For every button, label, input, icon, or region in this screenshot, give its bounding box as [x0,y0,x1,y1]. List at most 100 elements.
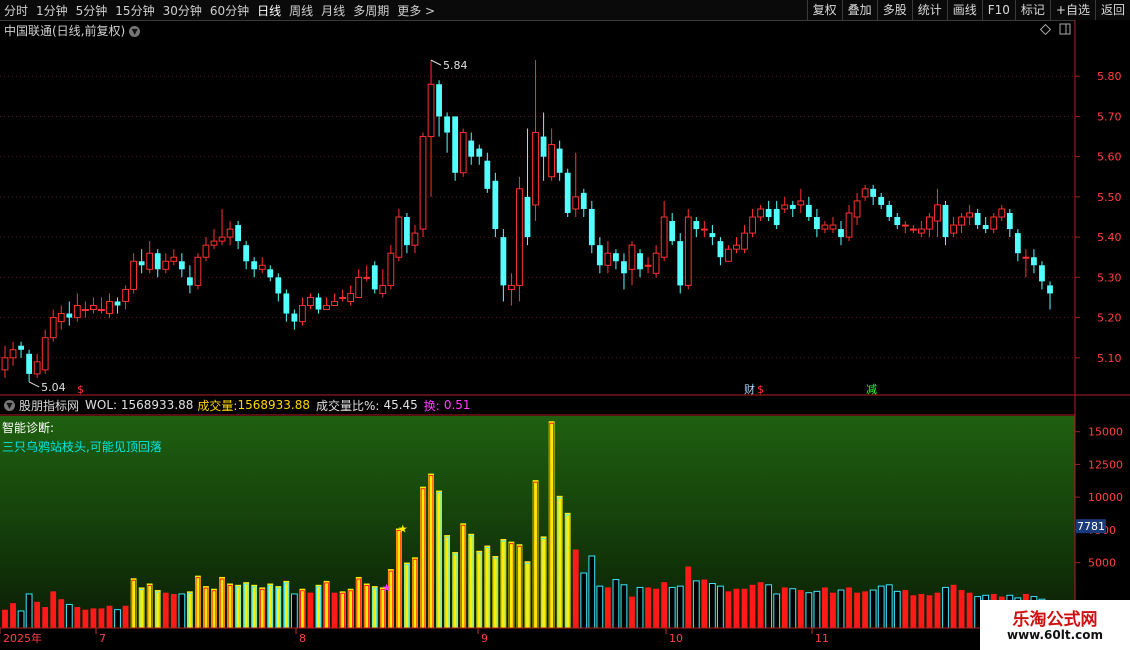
volume-bar [476,550,483,628]
volume-bar [299,588,306,628]
candle-body [958,216,965,226]
volume-bar-outline [300,590,305,629]
period-tab[interactable]: 日线 [257,2,281,19]
candle-body [404,217,410,246]
candle-body [934,204,941,222]
volume-bar [685,566,692,628]
candle-body [644,264,652,267]
period-tab[interactable]: 月线 [321,2,345,19]
period-tab[interactable]: 60分钟 [210,2,249,19]
period-tab[interactable]: 周线 [289,2,313,19]
volume-tick-label: 7500 [1088,524,1116,537]
volume-bar [958,590,965,628]
candle-body [717,241,724,258]
chevron-down-icon[interactable]: ▼ [4,399,15,411]
candle-body [652,252,660,274]
star-marker: ★ [398,523,408,536]
candle-body [669,221,676,242]
watermark-name: 乐淘公式网 [1012,610,1098,630]
cjl-label: 成交量: [197,398,238,413]
period-tab[interactable]: 更多 > [397,2,435,19]
candle-body [243,245,250,262]
volume-bar-outline [468,535,474,629]
volume-bar [371,586,378,628]
candle-body [186,277,193,286]
volume-bar [50,591,57,628]
toolbar-button[interactable]: 复权 [806,0,842,20]
period-tab[interactable]: 多周期 [353,2,389,19]
volume-bar-outline [420,488,426,629]
period-tab[interactable]: 30分钟 [163,2,202,19]
volume-bar-outline [557,497,563,629]
volume-bar [830,592,836,628]
high-marker [430,59,442,66]
volume-bar [428,473,434,628]
candle-body [894,217,901,226]
candle-body [677,241,684,286]
candle-body [508,284,515,290]
candle-body [813,217,820,230]
toolbar-button[interactable]: 统计 [911,0,947,20]
candle-body [363,276,371,279]
toolbar-button[interactable]: 多股 [876,0,912,20]
period-tab[interactable]: 分时 [4,2,28,19]
volume-bar [661,582,668,628]
cjl-value: 1568933.88 [237,398,310,412]
candle-body [347,292,355,302]
volume-bar-outline [412,558,418,629]
toolbar-button[interactable]: +自选 [1049,0,1095,20]
candle-body [267,269,274,278]
date-label: 10 [669,632,683,645]
candle-body [9,349,17,359]
toolbar-button[interactable]: 画线 [946,0,982,20]
volume-bar [725,591,732,628]
candle-body [733,244,740,250]
dollar-marker: $ [757,383,764,396]
toolbar-button[interactable]: F10 [981,0,1015,20]
volume-bar [701,579,708,628]
volume-bar [741,588,748,628]
volume-bar [612,579,620,629]
volume-bar [822,587,828,628]
period-tab[interactable]: 5分钟 [76,2,108,19]
candle-body [781,204,789,210]
candle-body [1022,256,1030,259]
low-label: 5.04 [41,381,66,394]
candle-body [853,200,861,218]
candle-body [114,301,121,306]
toolbar-button[interactable]: 返回 [1094,0,1130,20]
volume-bar [355,576,362,628]
chevron-down-icon[interactable]: ▼ [129,26,141,37]
toolbar-button[interactable]: 标记 [1014,0,1050,20]
volume-bar [532,480,539,628]
period-toolbar: 分时 1分钟 5分钟 15分钟 30分钟 60分钟 日线 周线 月线 多周期 更多 > 复权 叠加 多股… [0,0,1130,21]
indicator-name[interactable]: 股朋指标网 [19,397,79,414]
volume-bar [82,609,89,628]
candle-body [235,225,242,242]
candle-body [861,188,869,198]
candle-body [604,252,612,266]
period-tab[interactable]: 1分钟 [36,2,68,19]
volume-bar [846,587,852,628]
volume-bar-outline [492,557,498,629]
volume-bar [692,580,700,629]
volume-bar [25,593,33,629]
candle-body [540,136,547,157]
volume-bar-outline [444,536,450,629]
candlestick-chart[interactable]: 5.845.04 $ 财 $ 减 5.805.705.605.505.405.305.2… [0,0,1130,650]
candle-body [307,296,314,307]
period-tab[interactable]: 15分钟 [115,2,154,19]
price-tick-label: 5.50 [1097,191,1122,204]
volume-bar-outline [541,537,546,629]
volume-bar [219,576,225,628]
volume-bar-outline [219,578,225,629]
candle-body [459,132,467,174]
candle-body [621,261,627,274]
volume-bar [877,585,885,629]
volume-bar [620,584,628,629]
volume-bar [412,557,418,628]
toolbar-button[interactable]: 叠加 [841,0,877,20]
volume-bar [106,605,113,628]
candle-body [299,305,306,323]
diagnosis-label: 智能诊断: [2,421,55,435]
